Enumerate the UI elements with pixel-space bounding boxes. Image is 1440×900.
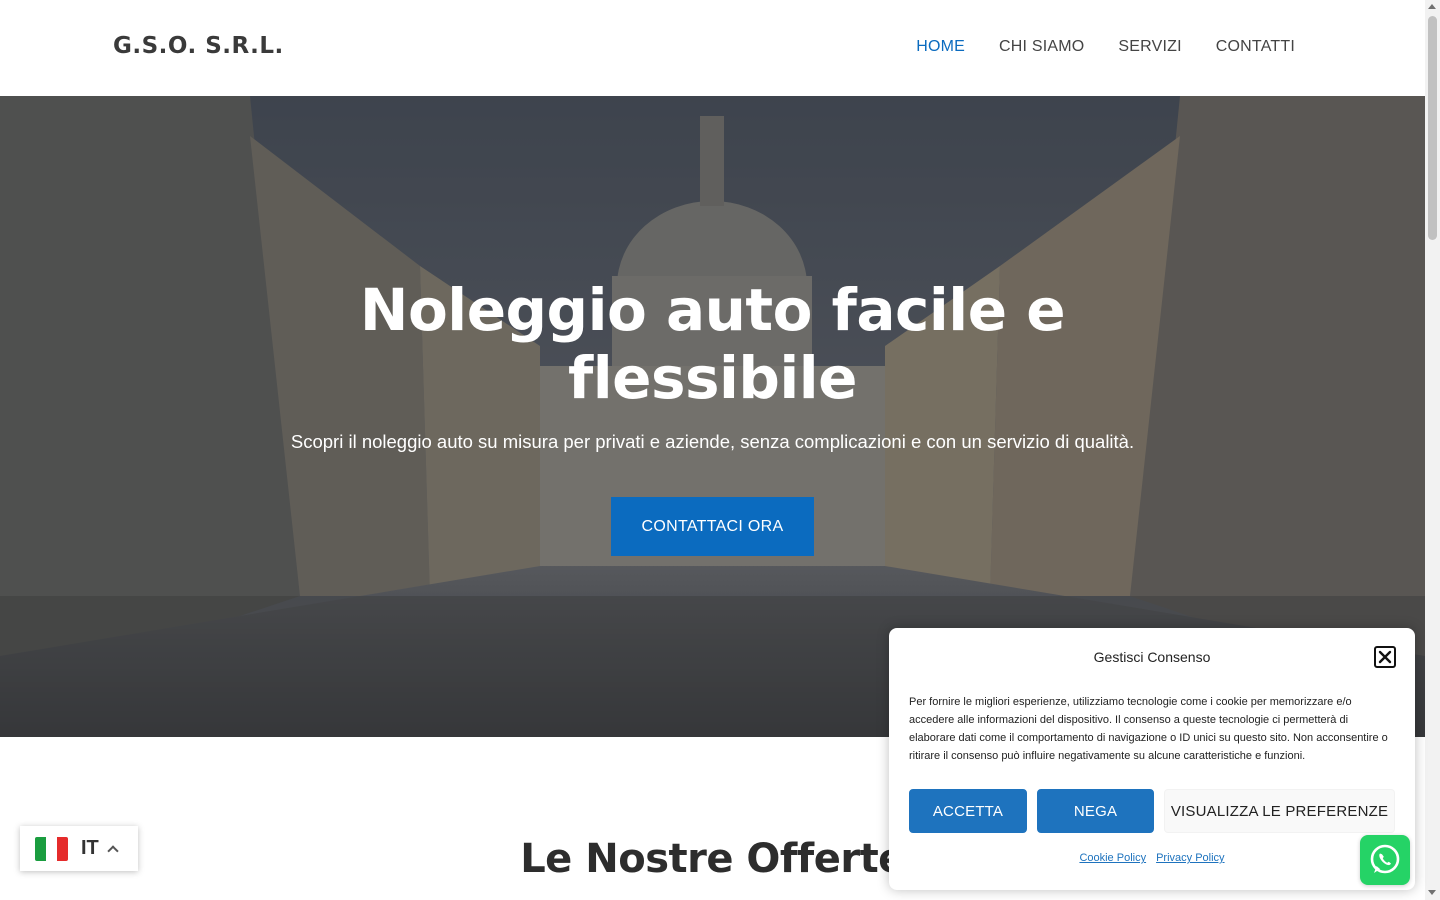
hero-title-line-1: Noleggio auto facile e [359,276,1066,344]
cookie-consent-dialog: Gestisci Consenso Per fornire le miglior… [889,628,1415,890]
chevron-up-icon [107,844,119,857]
scrollbar-thumb[interactable] [1428,16,1437,240]
hero-title-line-2: flessibile [568,344,858,412]
consent-title: Gestisci Consenso [1093,649,1211,665]
close-icon[interactable] [1374,646,1396,668]
main-nav: HOME CHI SIAMO SERVIZI CONTATTI [916,38,1295,56]
nav-item-servizi[interactable]: SERVIZI [1118,38,1181,56]
page-scrollbar[interactable] [1425,0,1440,900]
nav-item-contatti[interactable]: CONTATTI [1216,38,1295,56]
scroll-down-arrow-icon[interactable] [1428,890,1436,895]
hero-title: Noleggio auto facile e flessibile [0,276,1425,412]
consent-text: Per fornire le migliori esperienze, util… [909,696,1388,762]
site-header: G.S.O. S.R.L. HOME CHI SIAMO SERVIZI CON… [0,0,1425,96]
whatsapp-icon [1370,844,1400,874]
language-code: IT [81,837,99,859]
site-logo[interactable]: G.S.O. S.R.L. [113,33,284,59]
italy-flag-icon [35,836,68,861]
view-preferences-button[interactable]: VISUALIZZA LE PREFERENZE [1164,789,1395,833]
nav-item-chi-siamo[interactable]: CHI SIAMO [999,38,1084,56]
privacy-policy-link[interactable]: Privacy Policy [1156,852,1224,864]
whatsapp-button[interactable] [1360,835,1410,885]
cookie-policy-link[interactable]: Cookie Policy [1079,852,1146,864]
nav-item-home[interactable]: HOME [916,38,965,56]
deny-button[interactable]: NEGA [1037,789,1154,833]
accept-button[interactable]: ACCETTA [909,789,1027,833]
hero-subtitle: Scopri il noleggio auto su misura per pr… [290,431,1135,452]
language-switcher[interactable]: IT [20,826,138,871]
contact-now-button[interactable]: CONTATTACI ORA [611,497,814,556]
consent-links: Cookie Policy Privacy Policy [889,852,1415,864]
scroll-up-arrow-icon[interactable] [1428,4,1436,9]
